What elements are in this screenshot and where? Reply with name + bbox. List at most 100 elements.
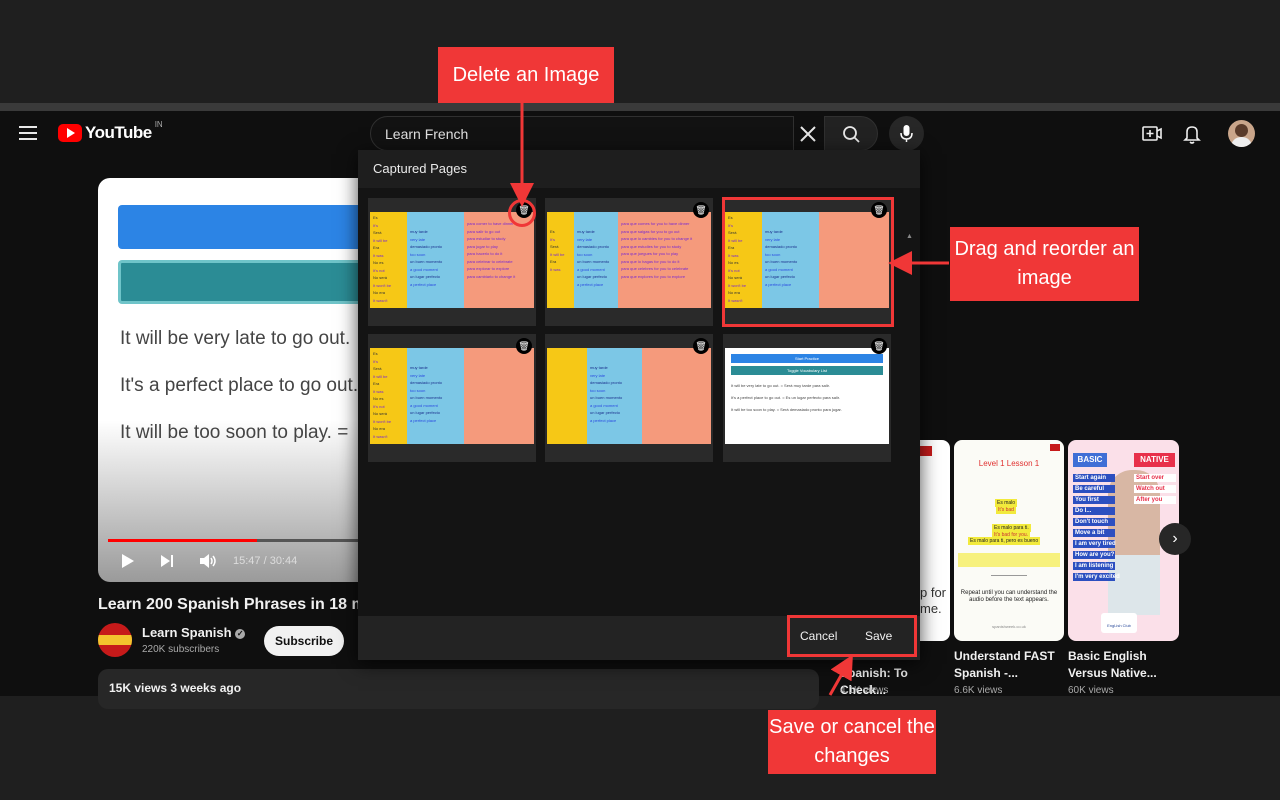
thumb-orange-text: para que lo cambies for you to change it (621, 236, 693, 241)
thumb-yellow-text: It won't be (373, 282, 392, 288)
subscribe-button[interactable]: Subscribe (264, 626, 344, 656)
thumb-orange-text: para estudiar to study (467, 236, 506, 241)
browser-top-border (0, 103, 1280, 111)
video-line: It will be very late to go out. (120, 328, 351, 349)
volume-icon[interactable] (198, 552, 218, 575)
thumb-yellow-text: It's not (373, 403, 385, 409)
logo-text: YouTube (85, 123, 152, 142)
thumb-yellow-text: It's (373, 358, 378, 364)
thumb-blue-text: too soon (410, 251, 426, 257)
annotation-delete: Delete an Image (438, 47, 614, 103)
search-input[interactable]: Learn French (370, 116, 794, 151)
thumb-blue-text: demasiado pronto (590, 380, 623, 385)
thumb-yellow-text: It wasn't (373, 297, 388, 303)
thumb-blue-text: un lugar perfecto (590, 410, 621, 415)
thumb-yellow-text: Será (550, 244, 559, 249)
thumb-start-button: Start Practice (731, 354, 883, 363)
search-button[interactable] (824, 116, 878, 151)
trash-icon[interactable]: 🗑 (693, 338, 709, 354)
mic-button[interactable] (889, 116, 924, 151)
thumb-blue-text: demasiado pronto (410, 380, 443, 385)
thumb-blue-text: un buen momento (410, 259, 443, 264)
thumb-blue-text: very late (410, 236, 426, 242)
short-title[interactable]: Basic English Versus Native... (1068, 648, 1178, 682)
video-progress-bar[interactable] (108, 539, 398, 542)
modal-title: Captured Pages (373, 161, 467, 176)
youtube-logo[interactable]: YouTube IN (58, 120, 163, 143)
next-icon[interactable] (159, 552, 175, 575)
thumb-blue-text: a good moment (577, 266, 605, 272)
captured-page-thumbnail[interactable]: Start Practice Toggle Vocabulary List It… (723, 334, 891, 462)
thumb-blue-text: muy tarde (590, 365, 608, 370)
thumb-orange-text: para que lo hagas for you to do it (621, 258, 680, 264)
short-3-basic-item: How are you? (1073, 551, 1115, 559)
thumb-orange-text: para hacerlo to do it (467, 251, 503, 256)
video-title: Learn 200 Spanish Phrases in 18 m (98, 596, 360, 613)
chevron-right-icon[interactable]: › (1159, 523, 1191, 555)
short-3-basic-item: I am very tired (1073, 540, 1116, 548)
short-3-basic-item: I'm very excited (1073, 573, 1120, 581)
thumb-orange-column: para que comes for you to have dinner par… (618, 212, 711, 308)
trash-icon[interactable]: 🗑 (516, 338, 532, 354)
thumb-yellow-text: Era (373, 245, 380, 250)
thumb-yellow-text: It was (373, 388, 384, 394)
annotation-drag: Drag and reorder an image (950, 227, 1139, 301)
clear-icon[interactable] (796, 122, 820, 146)
short-2-bubble: Es malo para ti, pero es bueno (968, 537, 1041, 545)
channel-name[interactable]: Learn Spanish ✓ (142, 625, 246, 640)
captured-page-thumbnail[interactable]: muy tarde very late demasiado pronto too so… (545, 334, 713, 462)
thumb-orange-text: para salir to go out (467, 228, 501, 234)
subscriber-count: 220K subscribers (142, 644, 220, 655)
short-title[interactable]: Understand FAST Spanish -... (954, 648, 1064, 682)
trash-icon[interactable]: 🗑 (871, 338, 887, 354)
thumb-blue-text: a good moment (410, 402, 438, 408)
thumb-orange-text: para que celebres for you to celebrate (621, 266, 689, 271)
thumb-yellow-text: Será (373, 366, 382, 371)
menu-icon[interactable] (19, 126, 37, 140)
captured-page-thumbnail[interactable]: Es It's Será It will be Era It was No es It's n… (368, 334, 536, 462)
thumb-blue-text: un lugar perfecto (577, 274, 608, 279)
thumb-orange-column (642, 348, 711, 444)
channel-avatar[interactable] (98, 623, 132, 657)
create-icon[interactable] (1137, 119, 1167, 149)
thumb-line: It will be very late to go out. = Será m… (731, 383, 830, 388)
thumb-yellow-text: It's (373, 222, 378, 228)
mic-icon (900, 125, 913, 142)
thumb-yellow-text: Es (373, 215, 378, 220)
description-box[interactable]: 15K views 3 weeks ago (98, 669, 819, 709)
thumb-blue-text: un buen momento (577, 259, 610, 264)
thumb-blue-text: un lugar perfecto (410, 274, 441, 279)
short-card-2[interactable]: Level 1 Lesson 1 Es malo It's bad Es mal… (954, 440, 1064, 641)
short-2-divider (991, 575, 1027, 576)
screenshot-stage: YouTube IN Learn French It will be very … (0, 0, 1280, 800)
thumb-yellow-text: No es (373, 260, 384, 265)
description-meta: 15K views 3 weeks ago (109, 681, 242, 695)
avatar[interactable] (1228, 120, 1255, 147)
bell-icon[interactable] (1177, 119, 1207, 149)
trash-icon[interactable]: 🗑 (693, 202, 709, 218)
short-3-basic-item: Be careful (1073, 485, 1115, 493)
thumb-blue-text: muy tarde (410, 365, 428, 370)
thumbnail-image: muy tarde very late demasiado pronto too so… (547, 348, 711, 444)
drag-highlight-box (722, 197, 894, 327)
thumb-blue-text: a good moment (410, 266, 438, 272)
thumb-yellow-text: Es (373, 351, 378, 356)
scroll-up-icon[interactable]: ▲ (906, 233, 913, 240)
play-icon[interactable] (120, 552, 136, 575)
captured-page-thumbnail[interactable]: Es It's Será It will be Era It was muy tarde v… (545, 198, 713, 326)
short-2-site: spanishweek.co.uk (992, 624, 1026, 629)
video-player[interactable]: It will be very late to go out. It's a p… (98, 178, 398, 582)
thumb-blue-text: a perfect place (410, 281, 437, 287)
thumb-yellow-text: It won't be (373, 418, 392, 424)
thumb-yellow-text: Era (550, 259, 557, 264)
thumb-yellow-text: It will be (373, 237, 388, 243)
thumb-blue-text: demasiado pronto (410, 244, 443, 249)
short-3-basic-item: Do I... (1073, 507, 1115, 515)
thumb-yellow-text: Es (550, 229, 555, 234)
thumb-blue-text: un lugar perfecto (410, 410, 441, 415)
short-views: 4.1K views (840, 685, 889, 696)
short-3-native-item: After you (1134, 496, 1176, 504)
short-3-native-label: NATIVE (1134, 453, 1175, 467)
annotation-save: Save or cancel the changes (768, 710, 936, 774)
short-3-basic-item: I am listening (1073, 562, 1115, 570)
